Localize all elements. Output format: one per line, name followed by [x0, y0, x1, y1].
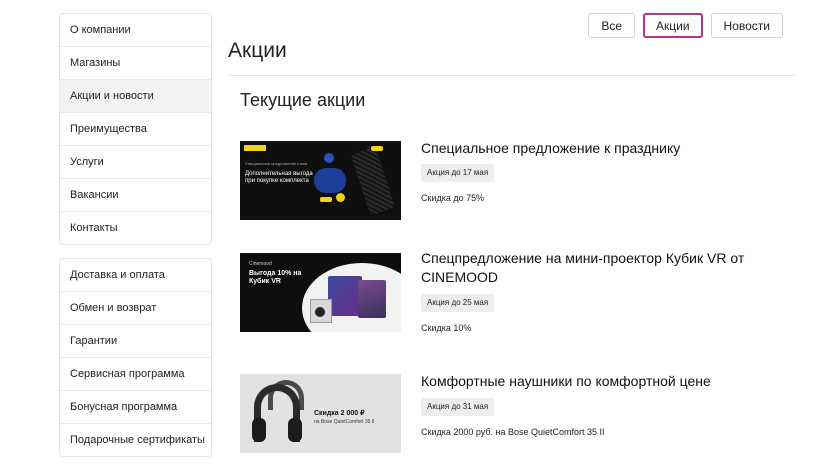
promo-description: Скидка до 75% — [421, 193, 485, 203]
section-title: Текущие акции — [240, 90, 366, 110]
filter-all-button[interactable]: Все — [588, 13, 635, 38]
banner-subtext: на Bose QuietComfort 35 II — [314, 419, 375, 425]
divider — [228, 75, 796, 76]
banner-brand: Cinemood — [249, 261, 272, 267]
sidebar-item-exchange[interactable]: Обмен и возврат — [60, 292, 211, 325]
sidebar-item-about[interactable]: О компании — [60, 14, 211, 47]
sidebar-item-warranty[interactable]: Гарантии — [60, 325, 211, 358]
filter-tabs: Все Акции Новости — [588, 13, 783, 38]
promo-title[interactable]: Спецпредложение на мини-проектор Кубик V… — [421, 249, 761, 287]
sidebar-item-contacts[interactable]: Контакты — [60, 212, 211, 244]
promo-date-badge: Акция до 25 мая — [421, 294, 495, 312]
banner-text: Выгода 10% на Кубик VR — [249, 270, 302, 285]
promo-item: Специальное предложение к вам Дополнител… — [240, 139, 800, 221]
sidebar-item-services[interactable]: Услуги — [60, 146, 211, 179]
promo-banner-image[interactable]: Скидка 2 000 ₽ на Bose QuietComfort 35 I… — [240, 374, 401, 453]
sidebar-item-delivery[interactable]: Доставка и оплата — [60, 259, 211, 292]
sidebar-item-vacancies[interactable]: Вакансии — [60, 179, 211, 212]
promo-banner-image[interactable]: Специальное предложение к вам Дополнител… — [240, 141, 401, 220]
sidebar-item-gift-cards[interactable]: Подарочные сертификаты — [60, 424, 211, 456]
earbuds-case-image — [314, 168, 346, 193]
promo-title[interactable]: Комфортные наушники по комфортной цене — [421, 372, 761, 391]
sidebar-group-company: О компании Магазины Акции и новости Преи… — [59, 13, 212, 245]
filter-news-button[interactable]: Новости — [710, 13, 783, 38]
sidebar-item-bonus-program[interactable]: Бонусная программа — [60, 391, 211, 424]
banner-text: Скидка 2 000 ₽ — [314, 410, 365, 417]
promo-description: Скидка 2000 руб. на Bose QuietComfort 35… — [421, 427, 605, 437]
sidebar-item-service-program[interactable]: Сервисная программа — [60, 358, 211, 391]
sidebar-group-customers: Доставка и оплата Обмен и возврат Гарант… — [59, 258, 212, 457]
promo-item: Скидка 2 000 ₽ на Bose QuietComfort 35 I… — [240, 372, 800, 454]
phone-image — [350, 146, 396, 216]
banner-small-text: Специальное предложение к вам — [245, 161, 308, 166]
promo-date-badge: Акция до 31 мая — [421, 398, 495, 416]
page-title: Акции — [228, 39, 287, 62]
promo-item: Cinemood Выгода 10% на Кубик VR Спецпред… — [240, 250, 800, 333]
promo-title[interactable]: Специальное предложение к празднику — [421, 139, 761, 158]
sidebar-item-advantages[interactable]: Преимущества — [60, 113, 211, 146]
promo-banner-image[interactable]: Cinemood Выгода 10% на Кубик VR — [240, 253, 401, 332]
sidebar-item-stores[interactable]: Магазины — [60, 47, 211, 80]
promo-date-badge: Акция до 17 мая — [421, 164, 495, 182]
sidebar: О компании Магазины Акции и новости Преи… — [59, 13, 212, 470]
promo-description: Скидка 10% — [421, 323, 472, 333]
sidebar-item-promos-news[interactable]: Акции и новости — [60, 80, 211, 113]
banner-text: Дополнительная выгода при покупке компле… — [245, 171, 313, 184]
filter-promos-button[interactable]: Акции — [643, 13, 703, 38]
